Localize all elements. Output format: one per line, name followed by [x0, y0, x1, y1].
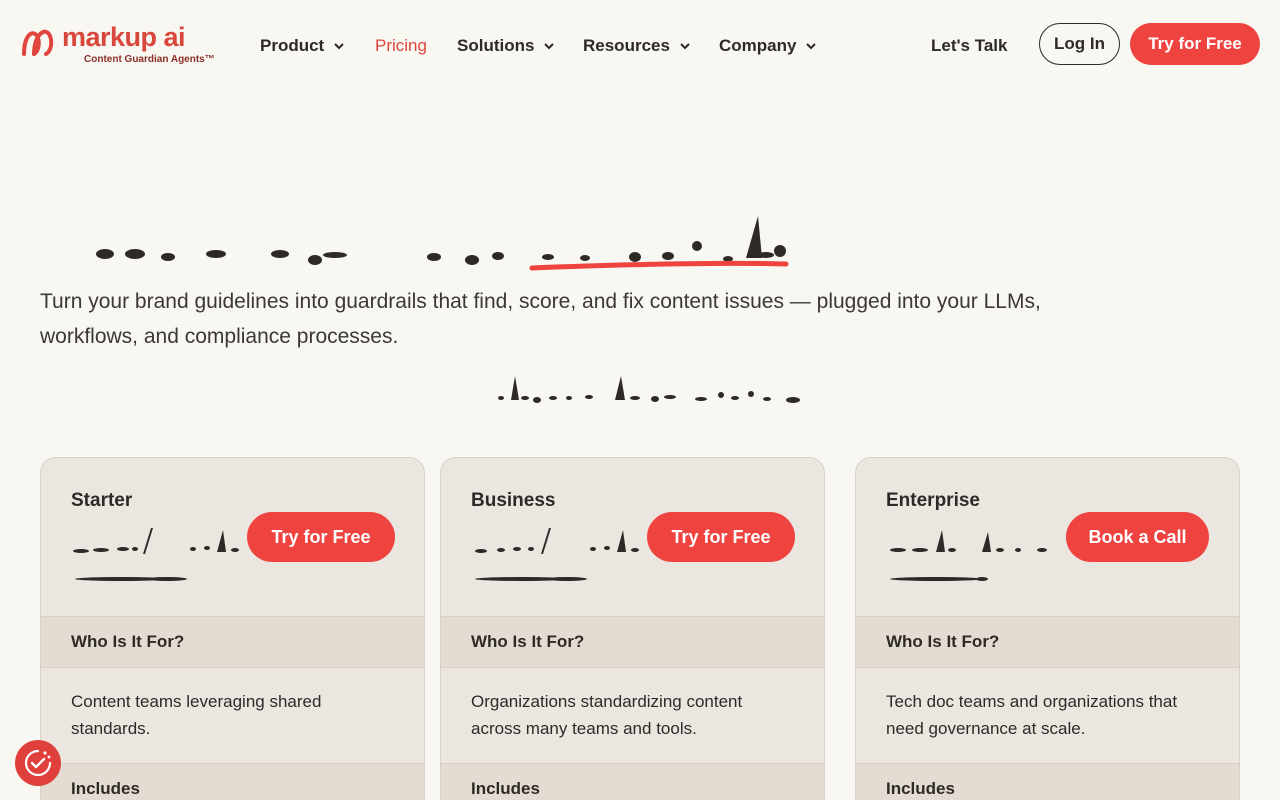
- who-is-it-for-header: Who Is It For?: [441, 616, 824, 668]
- lets-talk-link[interactable]: Let's Talk: [931, 36, 1007, 56]
- nav-label: Product: [260, 36, 325, 55]
- business-try-free-button[interactable]: Try for Free: [647, 512, 795, 562]
- starter-try-free-button[interactable]: Try for Free: [247, 512, 395, 562]
- chevron-down-icon: [544, 43, 555, 50]
- logo-mark-icon: [22, 29, 54, 56]
- plan-name: Starter: [71, 490, 133, 511]
- who-is-it-for-text: Organizations standardizing content acro…: [471, 692, 743, 738]
- nav-label: Solutions: [457, 36, 535, 55]
- logo-tagline: Content Guardian Agents™: [84, 54, 215, 65]
- plan-card-business: Business Try for Free Who Is It For? Org…: [440, 457, 825, 800]
- hero-subtitle: Turn your brand guidelines into guardrai…: [40, 290, 1041, 348]
- plan-price-obscured: [73, 528, 239, 581]
- nav-item-pricing[interactable]: Pricing: [375, 36, 427, 56]
- nav-label: Pricing: [375, 36, 427, 55]
- plan-card-enterprise: Enterprise Book a Call Who Is It For? Te…: [855, 457, 1240, 800]
- includes-header: Includes: [856, 763, 1239, 800]
- chevron-down-icon: [334, 43, 344, 50]
- plan-price-obscured: [890, 530, 1047, 581]
- cookie-consent-widget[interactable]: [15, 740, 61, 786]
- nav-item-solutions[interactable]: Solutions: [457, 36, 556, 56]
- hero-headline-obscured: [96, 216, 789, 271]
- includes-header: Includes: [441, 763, 824, 800]
- hero-note-obscured: [498, 376, 800, 403]
- nav-label: Resources: [583, 36, 670, 55]
- who-is-it-for-header: Who Is It For?: [856, 616, 1239, 668]
- logo[interactable]: markup ai Content Guardian Agents™: [20, 22, 230, 68]
- plan-name: Enterprise: [886, 490, 980, 511]
- chevron-down-icon: [806, 43, 817, 50]
- logo-name: markup ai: [62, 22, 186, 52]
- try-free-button[interactable]: Try for Free: [1130, 23, 1260, 65]
- nav-label: Company: [719, 36, 797, 55]
- chevron-down-icon: [680, 43, 690, 50]
- site-header: markup ai Content Guardian Agents™ Produ…: [0, 0, 1280, 94]
- plan-price-obscured: [475, 528, 639, 581]
- who-is-it-for-header: Who Is It For?: [41, 616, 424, 668]
- cookie-consent-icon: [24, 749, 52, 777]
- plan-name: Business: [471, 490, 556, 511]
- includes-header: Includes: [41, 763, 424, 800]
- plan-card-starter: Starter Try for Free Who Is It For? Cont…: [40, 457, 425, 800]
- nav-item-product[interactable]: Product: [260, 36, 346, 56]
- enterprise-book-call-button[interactable]: Book a Call: [1066, 512, 1209, 562]
- who-is-it-for-text: Tech doc teams and organizations that ne…: [886, 692, 1178, 738]
- nav-item-resources[interactable]: Resources: [583, 36, 692, 56]
- who-is-it-for-text: Content teams leveraging shared standard…: [71, 692, 322, 738]
- login-button[interactable]: Log In: [1039, 23, 1120, 65]
- nav-item-company[interactable]: Company: [719, 36, 818, 56]
